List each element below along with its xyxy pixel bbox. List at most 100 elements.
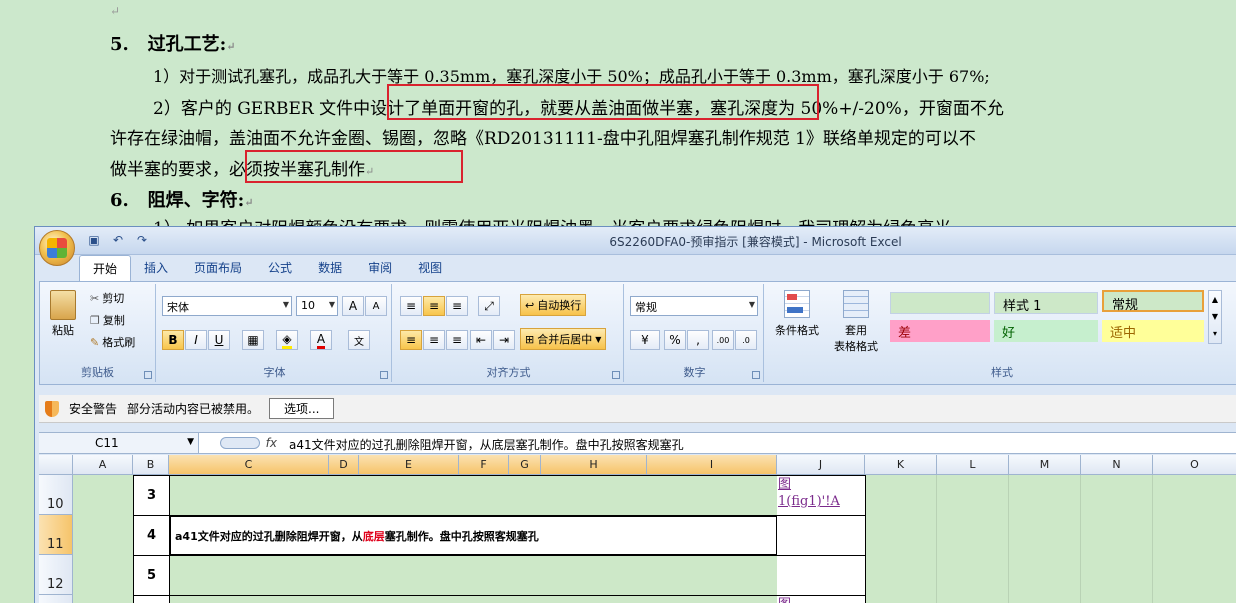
font-name-select[interactable]: 宋体 ▼ (162, 296, 292, 316)
borders-button[interactable]: ▦ (242, 330, 264, 350)
name-box[interactable]: C11 ▼ (39, 433, 199, 453)
format-painter-label: 格式刷 (102, 336, 136, 349)
underline-button[interactable]: U (208, 330, 230, 350)
format-as-table-button[interactable]: 套用 表格格式 (826, 290, 886, 354)
column-header-e[interactable]: E (359, 455, 459, 475)
column-header-g[interactable]: G (509, 455, 541, 475)
tab-review[interactable]: 审阅 (355, 255, 405, 281)
style-bad[interactable]: 差 (890, 320, 990, 342)
font-group-label: 字体 (263, 366, 286, 379)
orientation-button[interactable]: ⤢ (478, 296, 500, 316)
item-2-part-a: 2）客户的 GERBER 文件 (153, 99, 354, 119)
security-options-button[interactable]: 选项... (269, 398, 335, 419)
formula-input[interactable]: a41文件对应的过孔删除阻焊开窗，从底层塞孔制作。盘中孔按照客规塞孔 (289, 436, 684, 453)
row-header-13[interactable] (39, 595, 73, 603)
increase-indent-button[interactable]: ⇥ (493, 330, 515, 350)
row-header-10[interactable]: 10 (39, 475, 73, 515)
fill-color-button[interactable]: ◈ (276, 330, 298, 350)
bold-button[interactable]: B (162, 330, 184, 350)
increase-decimal-button[interactable]: .00 (712, 330, 734, 350)
dialog-launcher-icon[interactable] (144, 371, 152, 379)
formula-bar-handle[interactable] (219, 437, 260, 449)
cell-j11[interactable] (777, 515, 866, 556)
styles-gallery-scroll[interactable]: ▲ ▼ ▾ (1208, 290, 1222, 344)
word-document: ↵ 5. 过孔工艺:↵ 1）对于测试孔塞孔，成品孔大于等于 0.35mm，塞孔深… (0, 0, 1236, 239)
phonetic-button[interactable]: 文 (348, 330, 370, 350)
tab-data[interactable]: 数据 (305, 255, 355, 281)
row-header-11[interactable]: 11 (39, 515, 73, 555)
italic-button[interactable]: I (185, 330, 207, 350)
fx-icon[interactable]: fx (266, 436, 277, 450)
cut-button[interactable]: ✂ 剪切 (90, 290, 124, 306)
style-neutral[interactable]: 适中 (1102, 320, 1204, 342)
font-color-button[interactable]: A (310, 330, 332, 350)
select-all-corner[interactable] (39, 455, 73, 475)
cell-b12[interactable]: 5 (133, 555, 170, 596)
align-bottom-button[interactable]: ≡ (446, 296, 468, 316)
comma-button[interactable]: , (687, 330, 709, 350)
column-header-i[interactable]: I (647, 455, 777, 475)
column-header-l[interactable]: L (937, 455, 1009, 475)
align-middle-button[interactable]: ≡ (423, 296, 445, 316)
tab-page-layout[interactable]: 页面布局 (181, 255, 255, 281)
column-header-j[interactable]: J (777, 455, 865, 475)
column-header-d[interactable]: D (329, 455, 359, 475)
dialog-launcher-icon[interactable] (612, 371, 620, 379)
style-1[interactable]: 样式 1 (994, 292, 1098, 314)
conditional-formatting-icon (784, 290, 810, 318)
column-header-o[interactable]: O (1153, 455, 1236, 475)
align-top-button[interactable]: ≡ (400, 296, 422, 316)
cell-b10[interactable]: 3 (133, 475, 170, 516)
column-header-c[interactable]: C (169, 455, 329, 475)
dialog-launcher-icon[interactable] (380, 371, 388, 379)
grow-font-button[interactable]: A (342, 296, 364, 316)
cell-j12[interactable] (777, 555, 866, 596)
align-left-button[interactable]: ≡ (400, 330, 422, 350)
percent-button[interactable]: % (664, 330, 686, 350)
column-header-b[interactable]: B (133, 455, 169, 475)
row-header-12[interactable]: 12 (39, 555, 73, 595)
cell-b13[interactable] (133, 595, 170, 603)
style-good[interactable]: 好 (994, 320, 1098, 342)
item-2-line2: 许存在绿油帽，盖油面不允许金圈、锡圈，忽略《RD20131111-盘中孔阻焊塞孔… (110, 129, 976, 149)
column-header-k[interactable]: K (865, 455, 937, 475)
cell-c11-active[interactable]: a41文件对应的过孔删除阻焊开窗，从 底层 塞孔制作。盘中孔按照客规塞孔 (169, 515, 778, 556)
format-painter-button[interactable]: ✎ 格式刷 (90, 334, 135, 350)
conditional-formatting-button[interactable]: 条件格式 (772, 290, 822, 338)
tab-home[interactable]: 开始 (79, 255, 132, 281)
merge-center-button[interactable]: ⊞ 合并后居中 ▼ (520, 328, 607, 350)
column-header-a[interactable]: A (73, 455, 133, 475)
wrap-text-button[interactable]: ↩ 自动换行 (520, 294, 587, 316)
tab-view[interactable]: 视图 (405, 255, 455, 281)
cell-c12[interactable] (169, 555, 778, 596)
style-blank[interactable] (890, 292, 990, 314)
align-center-button[interactable]: ≡ (423, 330, 445, 350)
dialog-launcher-icon[interactable] (752, 371, 760, 379)
column-header-n[interactable]: N (1081, 455, 1153, 475)
fill-color-icon: ◈ (282, 332, 292, 349)
column-header-h[interactable]: H (541, 455, 647, 475)
number-format-select[interactable]: 常规 ▼ (630, 296, 758, 316)
cell-b11[interactable]: 4 (133, 515, 170, 556)
shrink-font-button[interactable]: A (365, 296, 387, 316)
cell-c13[interactable] (169, 595, 778, 603)
paste-button[interactable]: 粘贴 (46, 288, 80, 358)
cell-c10[interactable] (169, 475, 778, 516)
tab-insert[interactable]: 插入 (131, 255, 181, 281)
style-normal[interactable]: 常规 (1102, 290, 1204, 313)
copy-button[interactable]: ❐ 复制 (90, 312, 125, 328)
paste-label: 粘贴 (52, 324, 74, 337)
align-right-button[interactable]: ≡ (446, 330, 468, 350)
font-size-select[interactable]: 10 ▼ (296, 296, 338, 316)
tab-formulas[interactable]: 公式 (255, 255, 305, 281)
office-button[interactable] (39, 230, 75, 266)
column-header-f[interactable]: F (459, 455, 509, 475)
decrease-indent-button[interactable]: ⇤ (470, 330, 492, 350)
decrease-decimal-button[interactable]: .0 (735, 330, 757, 350)
column-header-m[interactable]: M (1009, 455, 1081, 475)
accounting-button[interactable]: ¥ (630, 330, 660, 350)
cell-j13-link[interactable]: 图 (777, 595, 866, 603)
window-title: 6S2260DFA0-预审指示 [兼容模式] - Microsoft Excel (609, 235, 902, 249)
orientation-icon: ⤢ (484, 298, 494, 313)
cell-j10-link[interactable]: 图 1(fig1)'!A (777, 475, 866, 516)
